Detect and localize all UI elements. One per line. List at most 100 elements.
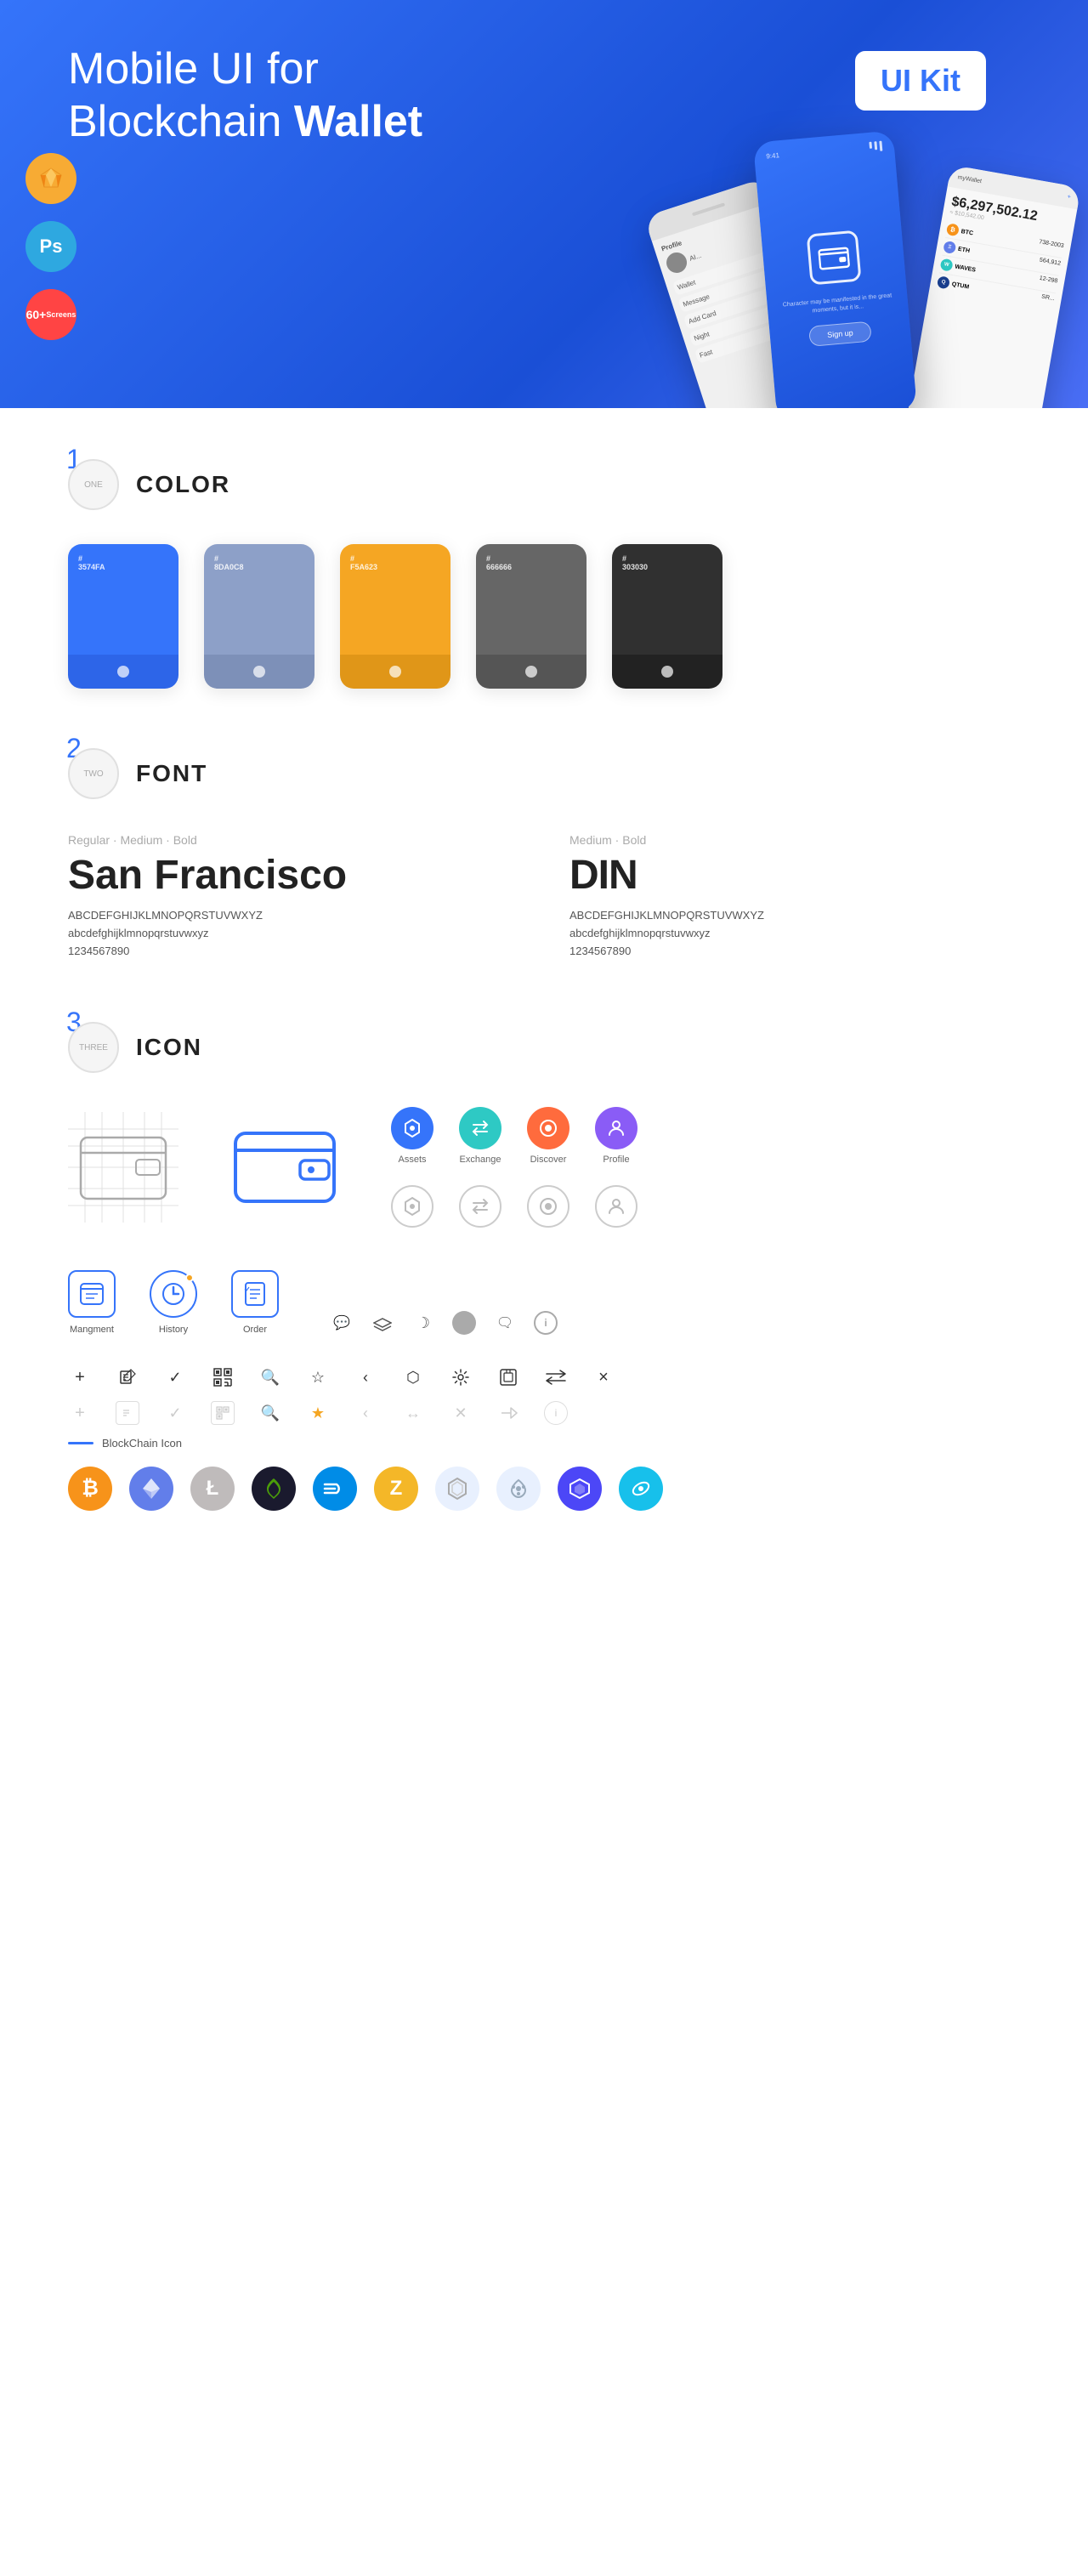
font-section-header: 2 TWO FONT: [68, 748, 1020, 799]
history-icon: [150, 1270, 197, 1318]
icon-edit-muted: [116, 1401, 139, 1425]
icon-info: i: [534, 1311, 558, 1335]
icon-chat2: 🗨: [493, 1311, 517, 1335]
color-bottom-dark: [612, 655, 722, 689]
discover-outline-icon: [527, 1185, 570, 1228]
color-dot: [117, 666, 129, 678]
screens-count: 60+: [26, 309, 47, 321]
edit-svg: [118, 1368, 137, 1387]
icon-exchange-outline: [459, 1185, 502, 1228]
icon-chat: 💬: [330, 1311, 354, 1335]
crypto-ark: [496, 1467, 541, 1511]
font-block-din: Medium · Bold DIN ABCDEFGHIJKLMNOPQRSTUV…: [570, 833, 1020, 962]
color-dot: [525, 666, 537, 678]
color-dot: [389, 666, 401, 678]
font-grid: Regular · Medium · Bold San Francisco AB…: [68, 833, 1020, 962]
management-label: Mangment: [70, 1325, 114, 1335]
nav-icons-col: Assets Exchange: [391, 1107, 638, 1228]
discover-icon: [527, 1107, 570, 1149]
icon-qr-muted: [211, 1401, 235, 1425]
utility-icons-section: + ✓: [68, 1365, 1020, 1425]
phone-mockup-2: 9:41 Character may be manifested in the: [753, 130, 917, 408]
icon-layers: [371, 1311, 394, 1335]
wallet-svg-hero: [817, 245, 849, 271]
icon-share-muted: ↔: [401, 1401, 425, 1425]
color-bottom-blue: [68, 655, 178, 689]
icon-qr: [211, 1365, 235, 1389]
color-number-circle: ONE: [68, 459, 119, 510]
profile-outline-svg: [606, 1196, 626, 1217]
nav-icons-top-row: Assets Exchange: [391, 1107, 638, 1165]
small-icons-grid: 💬 ☽ 🗨 i: [330, 1311, 1020, 1335]
color-bottom-orange: [340, 655, 450, 689]
hero-title: Mobile UI for Blockchain Wallet: [68, 43, 476, 149]
screens-badge: 60+ Screens: [26, 289, 76, 340]
crypto-bitcoin: ₿: [68, 1467, 112, 1511]
exchange-outline-svg: [470, 1196, 490, 1217]
icon-assets-outline: [391, 1185, 434, 1228]
discover-svg: [538, 1118, 558, 1138]
qr-svg: [213, 1368, 232, 1387]
color-swatch-orange: #F5A623: [340, 544, 450, 689]
crypto-polymath: [558, 1467, 602, 1511]
color-swatch-gray: #666666: [476, 544, 586, 689]
icon-search-muted: 🔍: [258, 1401, 282, 1425]
hero-badges: Ps 60+ Screens: [26, 153, 76, 340]
color-dot: [661, 666, 673, 678]
main-content: 1 ONE COLOR #3574FA #8DA0C8: [0, 408, 1088, 1621]
icon-moon: ☽: [411, 1311, 435, 1335]
icon-search: 🔍: [258, 1365, 282, 1389]
nav-icons-bottom-row: [391, 1185, 638, 1228]
crypto-dash: [313, 1467, 357, 1511]
wallet-grid-svg: [68, 1112, 178, 1223]
icon-check: ✓: [163, 1365, 187, 1389]
font-sf-name: San Francisco: [68, 852, 518, 899]
blockchain-label-text: BlockChain Icon: [102, 1437, 182, 1450]
icon-section: 3 THREE ICON: [68, 1022, 1020, 1511]
color-section-header: 1 ONE COLOR: [68, 459, 1020, 510]
download-svg: [499, 1368, 518, 1387]
jump-muted-svg: [499, 1404, 518, 1421]
profile-label: Profile: [603, 1155, 629, 1165]
sketch-icon: [37, 165, 65, 192]
color-dot: [253, 666, 265, 678]
swap-svg: [545, 1368, 567, 1387]
phone-mockup-3: myWallet + $6,297,502.12 ≈ $10,542.00 ₿ …: [905, 165, 1080, 408]
font-section: 2 TWO FONT Regular · Medium · Bold San F…: [68, 748, 1020, 962]
nav-order: Order: [231, 1270, 279, 1335]
icon-check-muted: ✓: [163, 1401, 187, 1425]
icon-settings: [449, 1365, 473, 1389]
icon-plus-muted: +: [68, 1401, 92, 1425]
crypto-ethereum: [129, 1467, 173, 1511]
color-top-dark: #303030: [612, 544, 722, 655]
color-top-blue: #3574FA: [68, 544, 178, 655]
management-icon: [68, 1270, 116, 1318]
small-icons-row-1: 💬 ☽ 🗨 i: [330, 1311, 1020, 1335]
wallet-filled-icon: [230, 1112, 340, 1223]
crypto-neo: [252, 1467, 296, 1511]
eth-svg: [141, 1477, 162, 1501]
bottom-nav-row: Mangment History: [68, 1270, 1020, 1335]
qr-muted-svg: [216, 1406, 230, 1420]
color-swatch-blue: #3574FA: [68, 544, 178, 689]
dash-svg: [323, 1479, 347, 1498]
exchange-svg: [470, 1118, 490, 1138]
icon-star: ☆: [306, 1365, 330, 1389]
blockchain-label-row: BlockChain Icon: [68, 1437, 1020, 1450]
icon-edit: [116, 1365, 139, 1389]
icon-close: ×: [592, 1365, 615, 1389]
color-top-orange: #F5A623: [340, 544, 450, 655]
crypto-zcash: Z: [374, 1467, 418, 1511]
ps-badge: Ps: [26, 221, 76, 272]
ps-label: Ps: [40, 235, 63, 258]
nav-history: History: [150, 1270, 197, 1335]
order-label: Order: [243, 1325, 267, 1335]
font-din-style: Medium · Bold: [570, 833, 1020, 847]
icon-exchange: Exchange: [459, 1107, 502, 1165]
utility-row-1: + ✓: [68, 1365, 1020, 1389]
phone-mockups: Profile AI... Wallet Message Add Card Ni…: [688, 136, 1037, 408]
ui-kit-badge: UI Kit: [855, 51, 986, 111]
crypto-litecoin: Ł: [190, 1467, 235, 1511]
font-din-lower: abcdefghijklmnopqrstuvwxyz: [570, 927, 1020, 939]
layers-svg: [373, 1314, 392, 1331]
